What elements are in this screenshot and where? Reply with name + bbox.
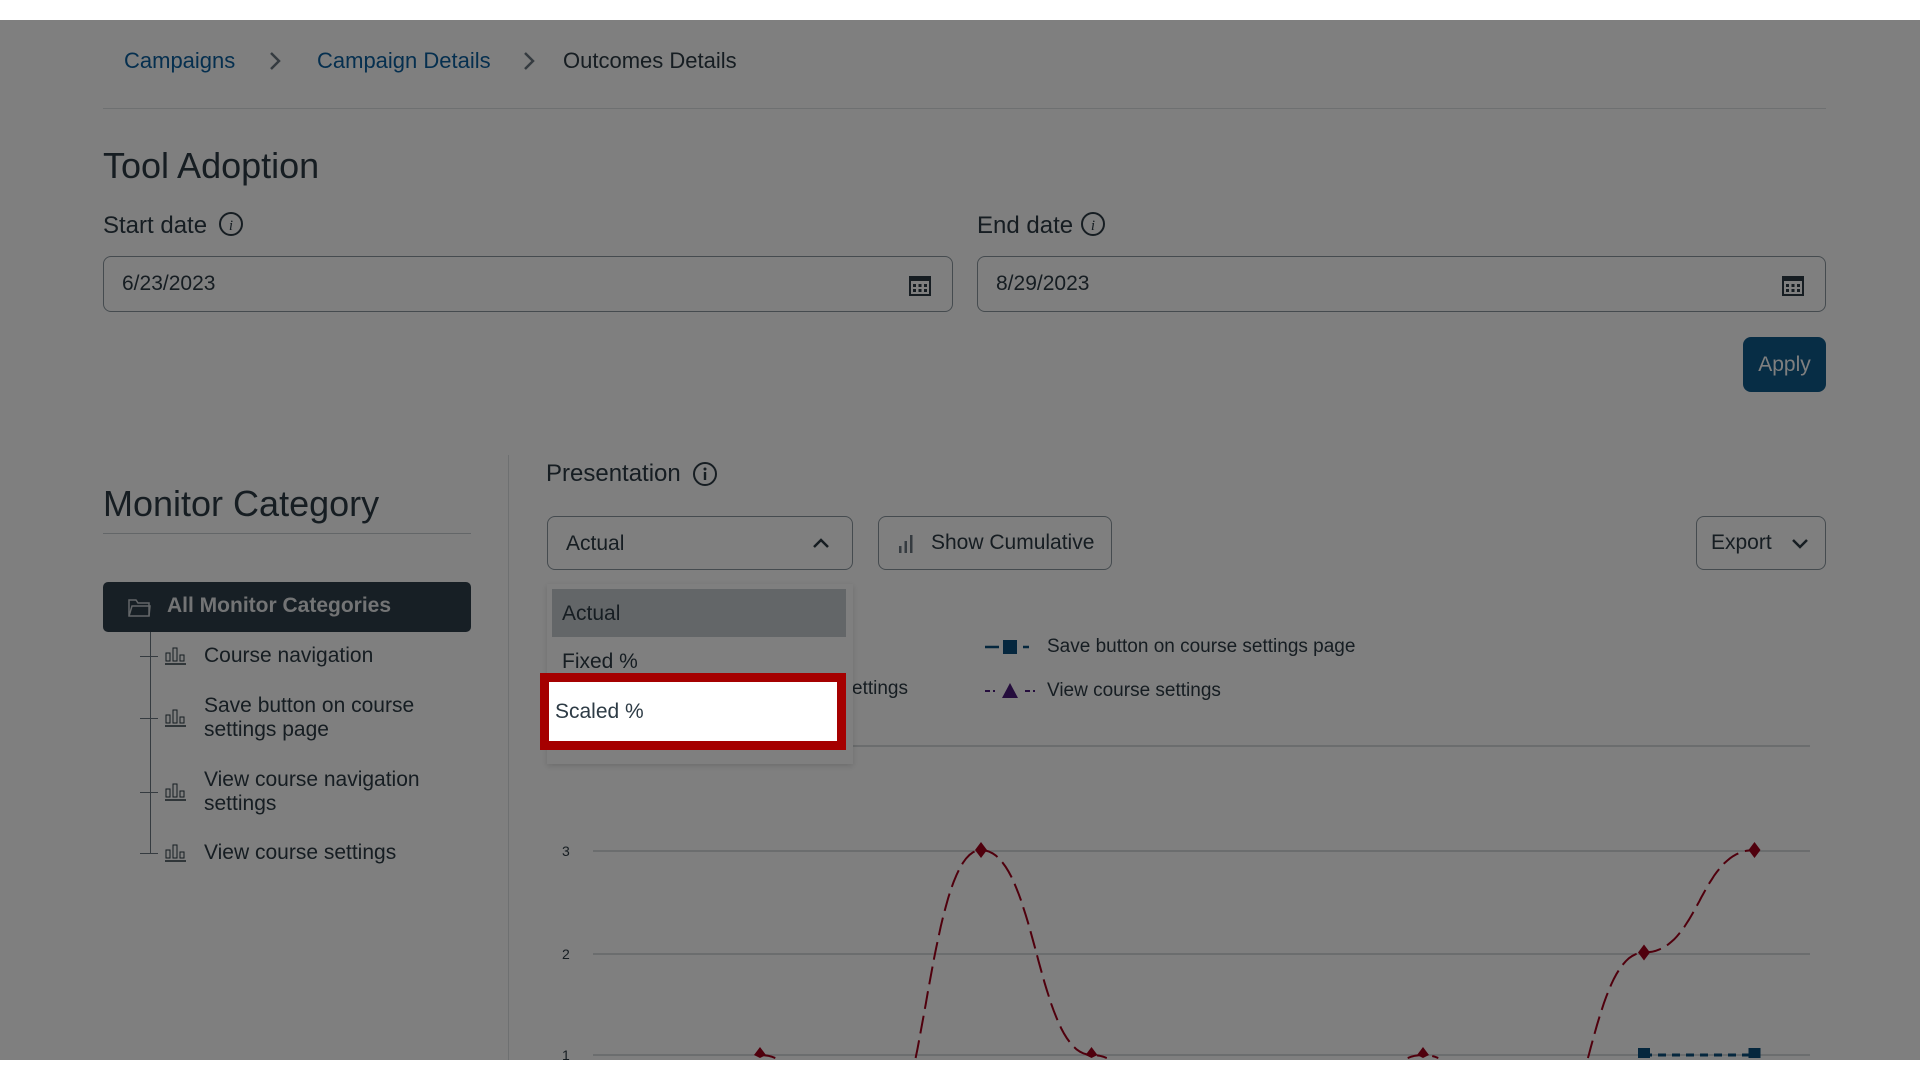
top-band bbox=[0, 0, 1920, 20]
bottom-band bbox=[0, 1060, 1920, 1080]
menu-option-scaled[interactable]: Scaled % bbox=[540, 673, 846, 750]
dim-overlay bbox=[0, 20, 1920, 1060]
menu-option-label: Scaled % bbox=[555, 700, 644, 723]
